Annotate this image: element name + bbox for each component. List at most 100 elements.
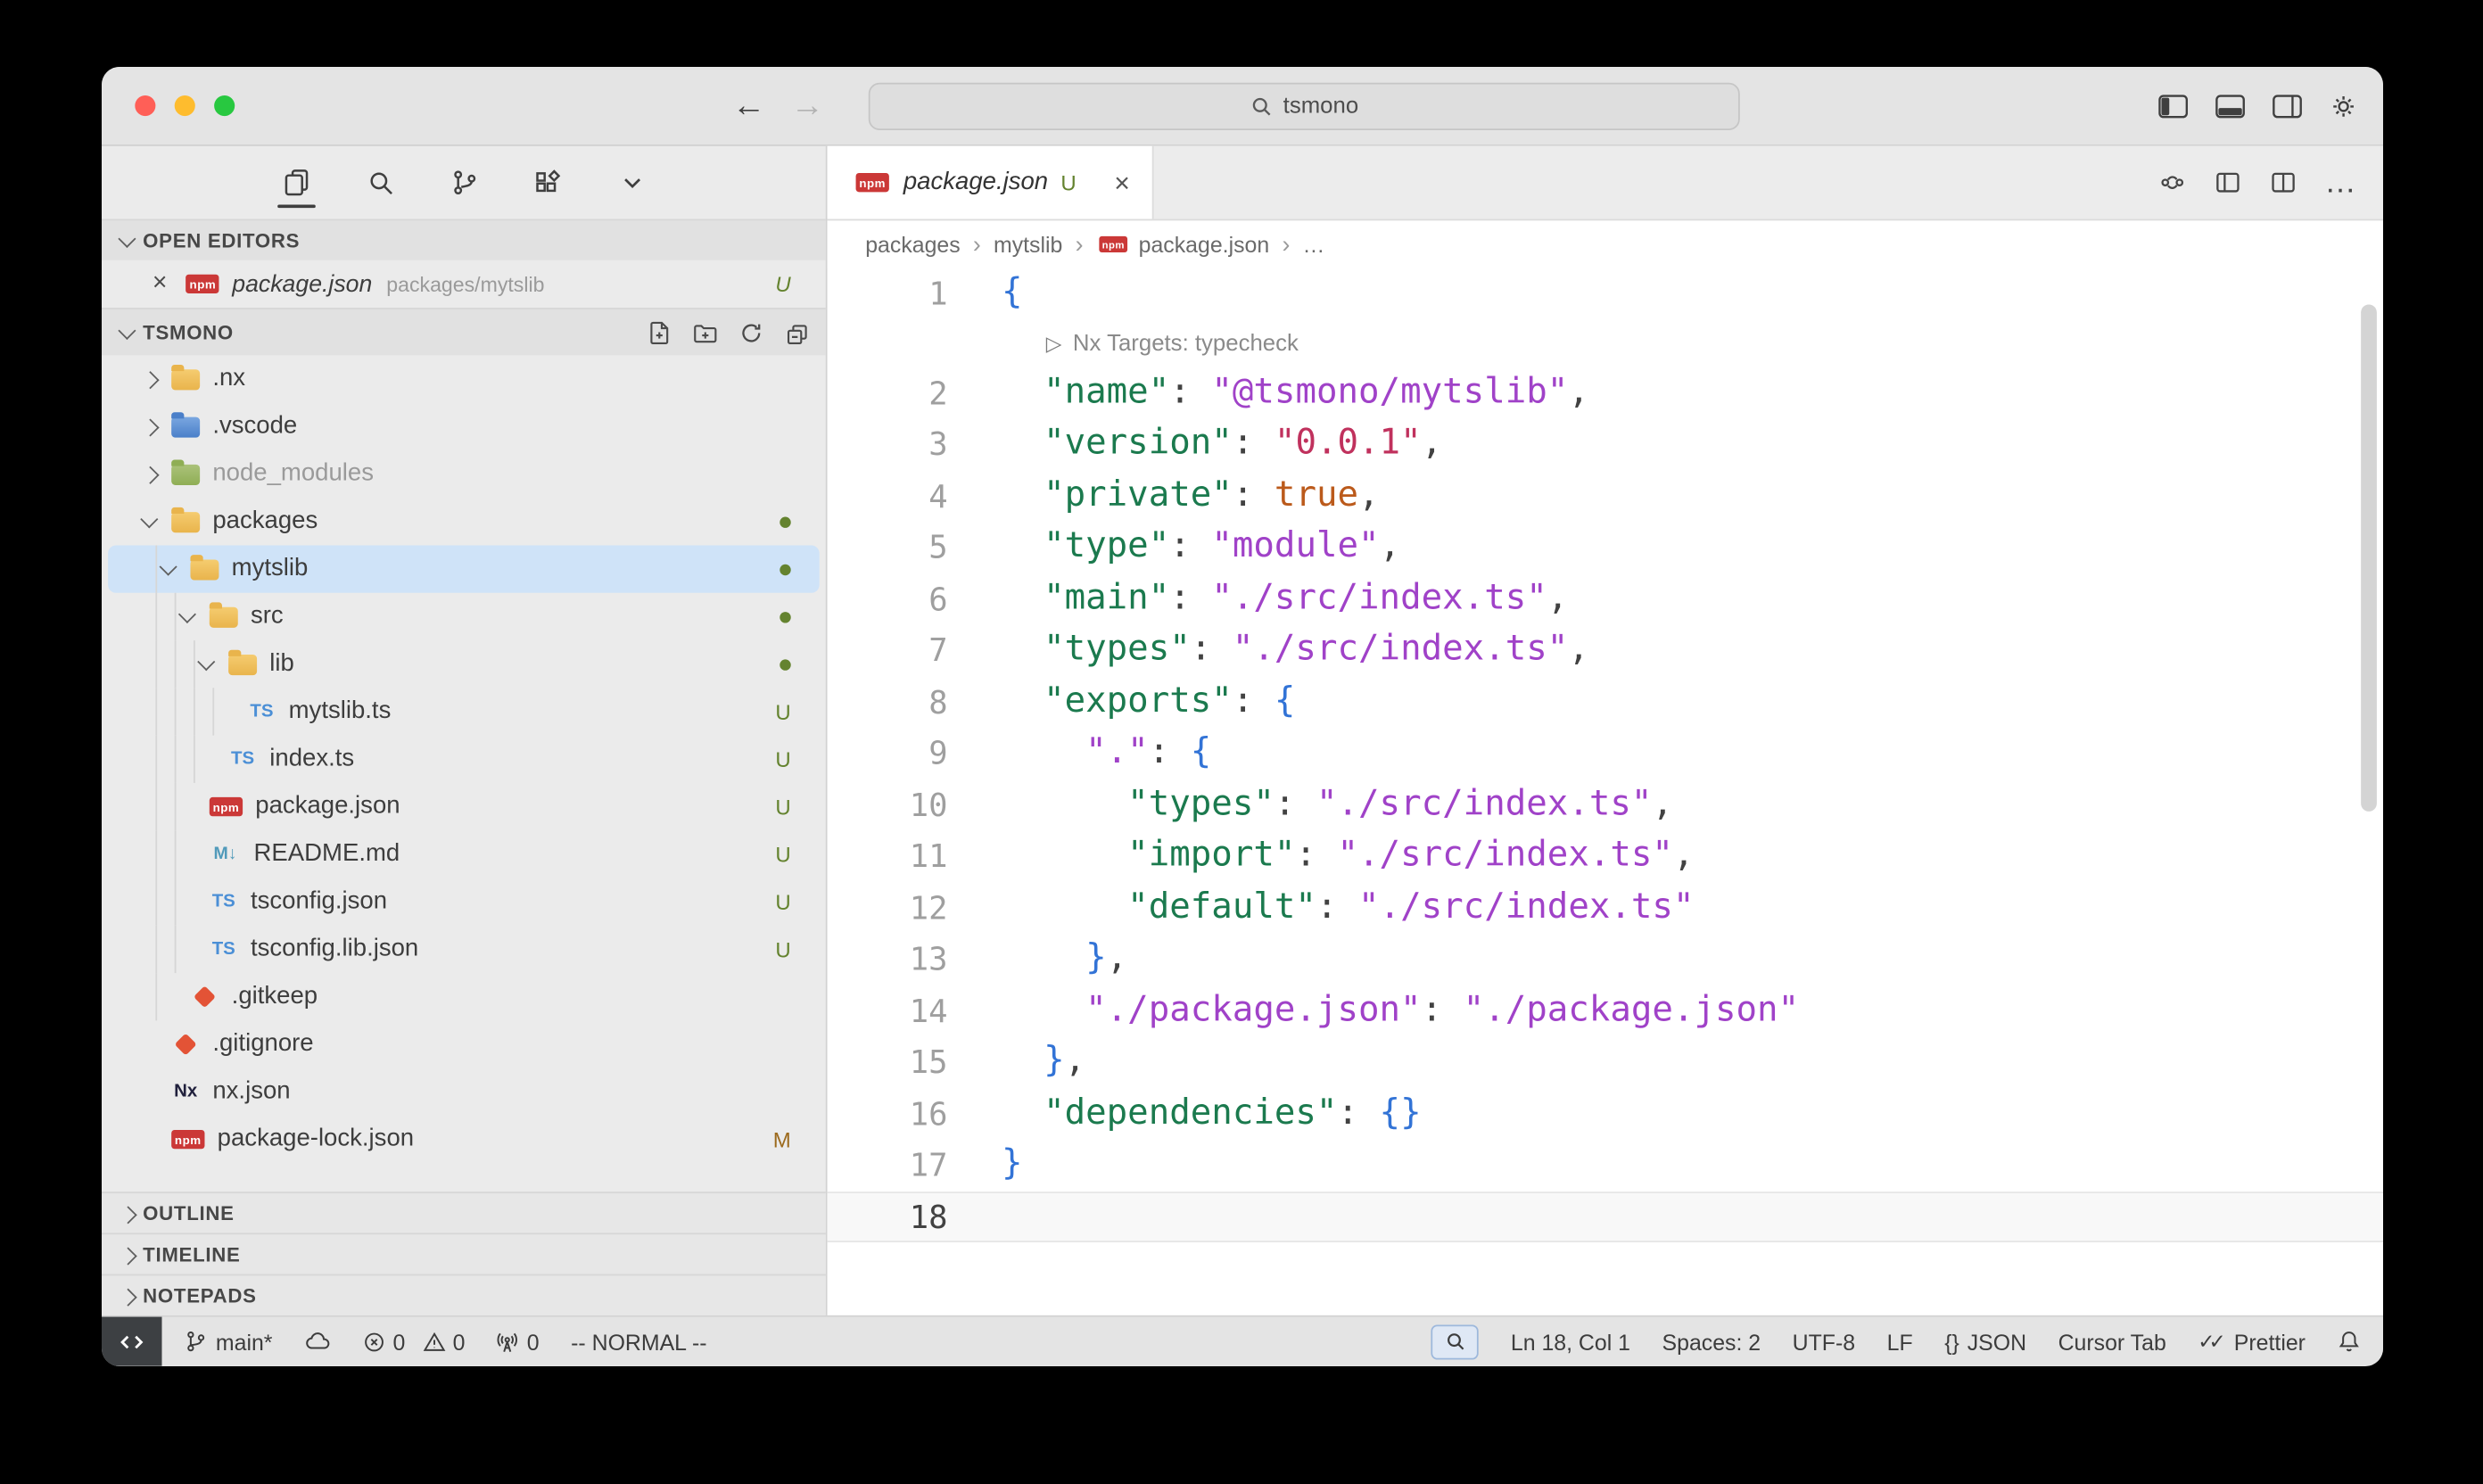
tree-item-index-ts[interactable]: TSindex.tsU bbox=[108, 736, 820, 783]
chevron-down-icon[interactable] bbox=[200, 658, 228, 671]
ports-status[interactable]: 0 bbox=[497, 1329, 540, 1354]
line-number: 17 bbox=[828, 1140, 973, 1191]
problems-status[interactable]: 0 0 bbox=[363, 1329, 466, 1354]
line-number: 6 bbox=[828, 573, 973, 625]
close-editor-icon[interactable]: × bbox=[153, 271, 168, 296]
code-line-18[interactable]: 18 bbox=[828, 1191, 2383, 1242]
toggle-secondary-sidebar-icon[interactable] bbox=[2273, 94, 2303, 119]
breadcrumb-item-package-json[interactable]: npmpackage.json bbox=[1096, 232, 1270, 257]
outline-section-header[interactable]: OUTLINE bbox=[102, 1191, 826, 1233]
toggle-panel-icon[interactable] bbox=[2215, 94, 2246, 119]
code-token: : bbox=[1169, 578, 1211, 617]
split-editor-icon[interactable] bbox=[2269, 169, 2297, 197]
code-line-7[interactable]: 7 "types": "./src/index.ts", bbox=[828, 624, 2383, 676]
open-editors-header[interactable]: OPEN EDITORS bbox=[102, 219, 826, 260]
search-view-icon[interactable] bbox=[359, 155, 400, 209]
toggle-primary-sidebar-icon[interactable] bbox=[2158, 94, 2189, 119]
codelens-nx-targets[interactable]: ▷Nx Targets: typecheck bbox=[973, 319, 1299, 367]
code-line-5[interactable]: 5 "type": "module", bbox=[828, 522, 2383, 573]
extensions-view-icon[interactable] bbox=[527, 155, 568, 209]
tree-item-package-json[interactable]: npmpackage.jsonU bbox=[108, 783, 820, 830]
code-line-8[interactable]: 8 "exports": { bbox=[828, 676, 2383, 728]
code-line-13[interactable]: 13 }, bbox=[828, 934, 2383, 985]
language-mode[interactable]: {} JSON bbox=[1944, 1329, 2026, 1354]
tab-close-icon[interactable]: × bbox=[1114, 169, 1130, 196]
cursor-tab-toggle[interactable]: Cursor Tab bbox=[2058, 1329, 2166, 1354]
source-control-view-icon[interactable] bbox=[443, 155, 484, 209]
tree-item-readme-md[interactable]: M↓README.mdU bbox=[108, 830, 820, 878]
code-line-12[interactable]: 12 "default": "./src/index.ts" bbox=[828, 882, 2383, 934]
search-status-chip[interactable] bbox=[1431, 1324, 1479, 1359]
chevron-right-icon[interactable] bbox=[143, 467, 171, 480]
new-folder-icon[interactable] bbox=[693, 319, 718, 344]
code-line-11[interactable]: 11 "import": "./src/index.ts", bbox=[828, 830, 2383, 882]
tree-item-tsconfig-lib-json[interactable]: TStsconfig.lib.jsonU bbox=[108, 926, 820, 973]
indent-guide bbox=[143, 926, 161, 973]
explorer-view-icon[interactable] bbox=[276, 155, 317, 209]
tree-item-vscode[interactable]: .vscode bbox=[108, 403, 820, 450]
tree-item-packages[interactable]: packages bbox=[108, 498, 820, 545]
code-editor[interactable]: 1{▷Nx Targets: typecheck2 "name": "@tsmo… bbox=[828, 268, 2383, 1315]
layout-columns-icon[interactable] bbox=[2214, 169, 2242, 197]
chevron-right-icon[interactable] bbox=[143, 373, 171, 385]
refresh-icon[interactable] bbox=[738, 319, 763, 344]
remote-indicator[interactable] bbox=[102, 1317, 162, 1366]
chevron-down-icon[interactable] bbox=[143, 515, 171, 528]
tree-item-gitignore[interactable]: .gitignore bbox=[108, 1020, 820, 1068]
tree-item-nx-json[interactable]: Nxnx.json bbox=[108, 1068, 820, 1116]
sync-status[interactable] bbox=[304, 1331, 331, 1352]
formatter-status[interactable]: ✓✓ Prettier bbox=[2198, 1329, 2306, 1354]
minimize-button[interactable] bbox=[175, 95, 195, 116]
close-button[interactable] bbox=[135, 95, 155, 116]
code-token: , bbox=[1568, 630, 1589, 669]
cursor-position[interactable]: Ln 18, Col 1 bbox=[1511, 1329, 1630, 1354]
tree-item-src[interactable]: src bbox=[108, 593, 820, 640]
tree-item-gitkeep[interactable]: .gitkeep bbox=[108, 973, 820, 1020]
zoom-button[interactable] bbox=[214, 95, 235, 116]
tree-item-lib[interactable]: lib bbox=[108, 640, 820, 688]
tree-item-package-lock-json[interactable]: npmpackage-lock.jsonM bbox=[108, 1116, 820, 1163]
tree-item-nx[interactable]: .nx bbox=[108, 355, 820, 402]
code-line-9[interactable]: 9 ".": { bbox=[828, 728, 2383, 779]
indentation-setting[interactable]: Spaces: 2 bbox=[1662, 1329, 1761, 1354]
notifications-bell[interactable] bbox=[2337, 1330, 2361, 1354]
breadcrumb-item--[interactable]: … bbox=[1303, 232, 1325, 257]
vim-mode-indicator[interactable]: -- NORMAL -- bbox=[571, 1329, 706, 1354]
code-line-17[interactable]: 17} bbox=[828, 1140, 2383, 1191]
compare-changes-icon[interactable] bbox=[2158, 169, 2187, 197]
settings-gear-icon[interactable] bbox=[2330, 92, 2358, 120]
breadcrumb-item-packages[interactable]: packages bbox=[865, 232, 960, 257]
eol-setting[interactable]: LF bbox=[1887, 1329, 1913, 1354]
code-line-16[interactable]: 16 "dependencies": {} bbox=[828, 1088, 2383, 1140]
code-line-6[interactable]: 6 "main": "./src/index.ts", bbox=[828, 573, 2383, 625]
editor-scrollbar[interactable] bbox=[2361, 304, 2377, 811]
breadcrumb-item-mytslib[interactable]: mytslib bbox=[994, 232, 1062, 257]
navigate-forward-icon[interactable]: → bbox=[791, 87, 824, 126]
chevron-down-icon[interactable] bbox=[162, 563, 191, 575]
code-line-14[interactable]: 14 "./package.json": "./package.json" bbox=[828, 985, 2383, 1036]
git-branch-status[interactable]: main* bbox=[184, 1329, 272, 1354]
code-line-3[interactable]: 3 "version": "0.0.1", bbox=[828, 418, 2383, 470]
tree-item-node-modules[interactable]: node_modules bbox=[108, 450, 820, 498]
code-line-1[interactable]: 1{ bbox=[828, 268, 2383, 320]
command-center-search[interactable]: tsmono bbox=[869, 83, 1740, 130]
encoding-setting[interactable]: UTF-8 bbox=[1793, 1329, 1855, 1354]
new-file-icon[interactable] bbox=[647, 319, 672, 344]
tab-package-json[interactable]: npm package.json U × bbox=[828, 146, 1154, 219]
explorer-section-header[interactable]: TSMONO bbox=[102, 308, 826, 355]
chevron-right-icon[interactable] bbox=[143, 420, 171, 433]
tree-item-mytslib[interactable]: mytslib bbox=[108, 545, 820, 592]
tree-item-mytslib-ts[interactable]: TSmytslib.tsU bbox=[108, 688, 820, 735]
code-line-2[interactable]: 2 "name": "@tsmono/mytslib", bbox=[828, 367, 2383, 419]
timeline-section-header[interactable]: TIMELINE bbox=[102, 1233, 826, 1274]
more-views-chevron-icon[interactable] bbox=[611, 155, 652, 209]
collapse-all-icon[interactable] bbox=[785, 319, 810, 344]
open-editor-item[interactable]: × npm package.json packages/mytslib U bbox=[102, 260, 826, 308]
tree-item-tsconfig-json[interactable]: TStsconfig.jsonU bbox=[108, 878, 820, 926]
notepads-section-header[interactable]: NOTEPADS bbox=[102, 1274, 826, 1315]
code-line-4[interactable]: 4 "private": true, bbox=[828, 470, 2383, 522]
code-line-10[interactable]: 10 "types": "./src/index.ts", bbox=[828, 779, 2383, 830]
code-line-15[interactable]: 15 }, bbox=[828, 1036, 2383, 1088]
chevron-down-icon[interactable] bbox=[181, 610, 210, 622]
navigate-back-icon[interactable]: ← bbox=[732, 87, 765, 126]
